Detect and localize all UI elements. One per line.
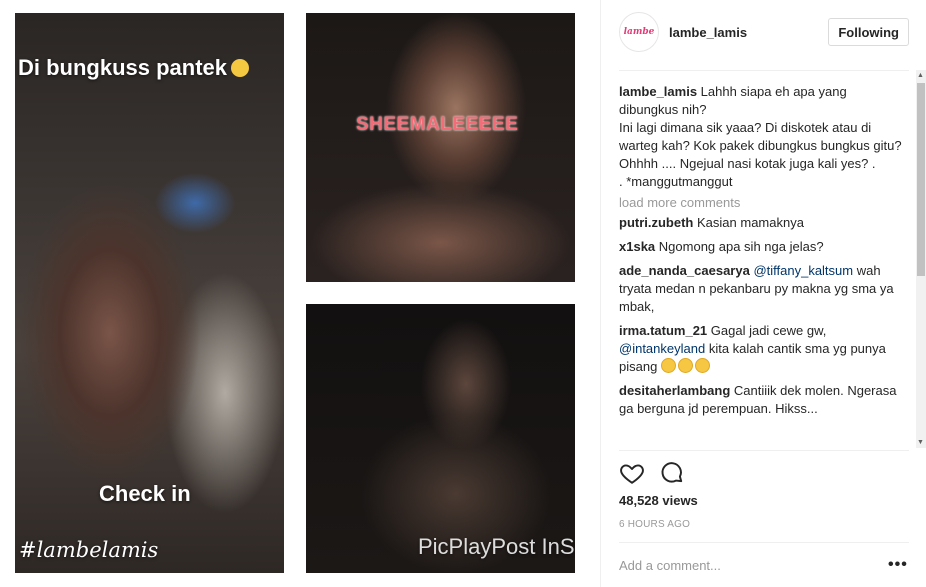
sticker-text-checkin: Check in <box>99 481 191 506</box>
comment-mention[interactable]: @intankeyland <box>619 341 705 356</box>
comment-item: putri.zubeth Kasian mamaknya <box>619 214 909 232</box>
laughing-emoji-icon <box>231 59 250 77</box>
avatar-logo: lambe <box>623 27 655 37</box>
post-sidebar: lambe lambe_lamis Following lambe_lamis … <box>600 0 926 587</box>
post-caption: lambe_lamis Lahhh siapa eh apa yang dibu… <box>619 83 909 191</box>
comment-username[interactable]: irma.tatum_21 <box>619 323 707 338</box>
app-watermark: PicPlayPost InShOt <box>418 534 575 559</box>
caption-text: Lahhh siapa eh apa yang dibungkus nih? I… <box>619 84 902 189</box>
comment-text: Ngomong apa sih nga jelas? <box>658 239 824 254</box>
media-panel-bottom-right: PicPlayPost InShOt <box>306 304 575 573</box>
header-divider <box>619 70 909 71</box>
add-comment-input[interactable]: Add a comment... <box>619 558 721 573</box>
scroll-down-arrow-icon[interactable]: ▼ <box>917 439 924 446</box>
sticker-text-top: Di bungkuss pantek <box>18 55 250 81</box>
media-panel-left: Di bungkuss pantek Check in #lambelamis <box>15 13 284 573</box>
scroll-up-arrow-icon[interactable]: ▲ <box>917 72 924 79</box>
view-count[interactable]: 48,528 views <box>619 493 698 508</box>
post-actions <box>619 460 685 486</box>
actions-divider <box>619 450 909 451</box>
load-more-comments-link[interactable]: load more comments <box>619 194 909 212</box>
comment-item: ade_nanda_caesarya @tiffany_kaltsum wah … <box>619 262 909 316</box>
comment-username[interactable]: desitaherlambang <box>619 383 730 398</box>
speech-bubble-icon[interactable] <box>659 460 685 486</box>
comment-username[interactable]: ade_nanda_caesarya <box>619 263 750 278</box>
comment-item: desitaherlambang Cantiiik dek molen. Nge… <box>619 382 909 418</box>
more-options-icon[interactable]: ••• <box>888 556 908 574</box>
comment-username[interactable]: putri.zubeth <box>619 215 693 230</box>
comment-item: irma.tatum_21 Gagal jadi cewe gw, @intan… <box>619 322 909 376</box>
comments-list[interactable]: lambe_lamis Lahhh siapa eh apa yang dibu… <box>619 83 909 447</box>
heart-icon[interactable] <box>619 460 645 486</box>
comment-divider <box>619 542 909 543</box>
post-header: lambe lambe_lamis Following <box>619 12 909 52</box>
sticker-text-shemale: SHEEMALEEEEE <box>356 114 519 135</box>
crying-laughing-emoji-icon <box>677 358 693 373</box>
crying-laughing-emoji-icon <box>660 358 676 373</box>
scrollbar-thumb[interactable] <box>917 83 925 276</box>
comment-text: Kasian mamaknya <box>697 215 804 230</box>
caption-username[interactable]: lambe_lamis <box>619 84 697 99</box>
media-panel-top-right: SHEEMALEEEEE <box>306 13 575 282</box>
comment-mention[interactable]: @tiffany_kaltsum <box>753 263 853 278</box>
avatar[interactable]: lambe <box>619 12 659 52</box>
comments-scrollbar[interactable]: ▲ ▼ <box>916 70 926 448</box>
crying-laughing-emoji-icon <box>694 358 710 373</box>
post-timestamp[interactable]: 6 HOURS AGO <box>619 519 690 530</box>
comment-text: Gagal jadi cewe gw, <box>710 323 827 338</box>
username-link[interactable]: lambe_lamis <box>669 25 747 40</box>
sticker-hashtag: #lambelamis <box>19 538 159 562</box>
following-button[interactable]: Following <box>828 18 909 46</box>
comment-item: x1ska Ngomong apa sih nga jelas? <box>619 238 909 256</box>
comment-username[interactable]: x1ska <box>619 239 655 254</box>
post-media[interactable]: Di bungkuss pantek Check in #lambelamis … <box>0 0 600 587</box>
